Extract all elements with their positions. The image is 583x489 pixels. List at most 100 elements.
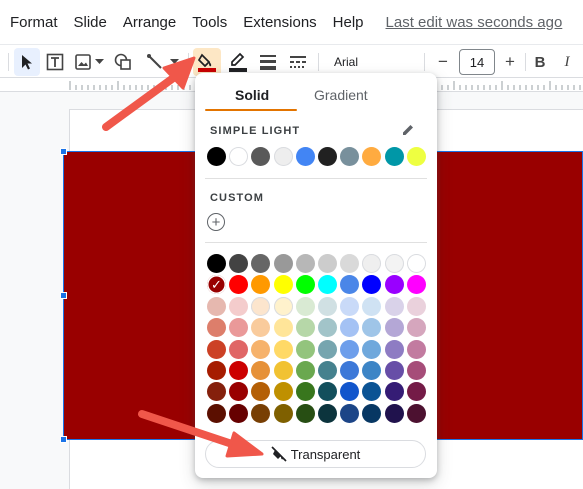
palette-color-swatch[interactable] [229, 318, 249, 338]
font-size-input[interactable]: 14 [459, 49, 495, 75]
palette-color-swatch[interactable] [229, 296, 249, 316]
palette-color-swatch[interactable] [295, 361, 315, 380]
palette-color-swatch[interactable] [384, 275, 404, 295]
palette-color-swatch[interactable] [273, 318, 293, 338]
edit-pencil-icon[interactable] [401, 123, 415, 137]
palette-color-swatch[interactable] [295, 296, 315, 316]
border-color-button[interactable] [225, 48, 251, 76]
palette-color-swatch[interactable] [384, 361, 404, 380]
theme-color-swatch[interactable] [207, 147, 226, 166]
palette-color-swatch[interactable] [273, 275, 293, 295]
menu-extensions[interactable]: Extensions [235, 14, 324, 31]
tab-solid[interactable]: Solid [235, 87, 269, 103]
shape-button[interactable] [110, 48, 136, 76]
fill-color-button[interactable] [193, 48, 221, 76]
palette-color-swatch[interactable] [229, 361, 249, 380]
palette-color-swatch[interactable] [384, 339, 404, 359]
theme-color-swatch[interactable] [251, 147, 271, 166]
palette-color-swatch[interactable] [295, 339, 315, 359]
palette-color-swatch[interactable] [362, 318, 382, 338]
palette-color-swatch[interactable] [406, 318, 426, 338]
border-dash-button[interactable] [285, 48, 311, 76]
palette-color-swatch[interactable] [251, 339, 271, 359]
palette-color-swatch[interactable] [362, 296, 382, 316]
palette-color-swatch[interactable] [207, 382, 226, 402]
palette-color-swatch[interactable] [362, 254, 382, 273]
palette-color-swatch[interactable] [406, 254, 426, 273]
palette-color-swatch[interactable] [273, 403, 293, 423]
palette-color-swatch[interactable] [406, 275, 426, 295]
add-custom-color-button[interactable]: + [207, 213, 225, 231]
palette-color-swatch[interactable] [340, 296, 360, 316]
palette-color-swatch[interactable] [251, 275, 271, 295]
palette-color-swatch[interactable] [362, 382, 382, 402]
palette-color-swatch[interactable] [318, 361, 337, 380]
resize-handle[interactable] [60, 148, 67, 155]
palette-color-swatch[interactable] [318, 382, 337, 402]
select-tool-button[interactable] [14, 48, 40, 76]
palette-color-swatch[interactable] [251, 296, 271, 316]
palette-color-swatch[interactable] [251, 382, 271, 402]
palette-color-swatch[interactable] [207, 339, 226, 359]
palette-color-swatch[interactable] [229, 339, 249, 359]
palette-color-swatch[interactable] [295, 403, 315, 423]
menu-help[interactable]: Help [325, 14, 372, 31]
palette-color-swatch[interactable] [362, 361, 382, 380]
palette-color-swatch[interactable] [318, 403, 337, 423]
palette-color-swatch[interactable] [340, 361, 360, 380]
text-box-button[interactable] [42, 48, 68, 76]
theme-color-swatch[interactable] [384, 147, 404, 166]
palette-color-swatch[interactable] [229, 382, 249, 402]
palette-color-swatch[interactable] [362, 403, 382, 423]
palette-color-swatch[interactable] [273, 382, 293, 402]
palette-color-swatch[interactable] [229, 254, 249, 273]
palette-color-swatch[interactable] [340, 339, 360, 359]
palette-color-swatch[interactable] [251, 361, 271, 380]
palette-color-swatch[interactable] [362, 275, 382, 295]
last-edit-link[interactable]: Last edit was seconds ago [386, 14, 563, 31]
palette-color-swatch[interactable] [318, 318, 337, 338]
palette-color-swatch[interactable] [251, 403, 271, 423]
palette-color-swatch[interactable] [295, 318, 315, 338]
palette-color-swatch[interactable] [318, 275, 337, 295]
menu-tools[interactable]: Tools [184, 14, 235, 31]
palette-color-swatch[interactable] [273, 296, 293, 316]
tab-gradient[interactable]: Gradient [314, 87, 368, 103]
palette-color-swatch[interactable] [384, 403, 404, 423]
insert-image-button[interactable] [72, 48, 106, 76]
palette-color-swatch[interactable] [406, 382, 426, 402]
transparent-button[interactable]: Transparent [205, 440, 426, 468]
palette-color-swatch[interactable] [384, 296, 404, 316]
menu-slide[interactable]: Slide [66, 14, 115, 31]
theme-color-swatch[interactable] [362, 147, 382, 166]
palette-color-swatch[interactable] [406, 296, 426, 316]
palette-color-swatch[interactable] [340, 318, 360, 338]
theme-color-swatch[interactable] [340, 147, 360, 166]
palette-color-swatch[interactable] [251, 318, 271, 338]
palette-color-swatch[interactable] [406, 339, 426, 359]
palette-color-swatch[interactable] [406, 361, 426, 380]
palette-color-swatch[interactable] [207, 318, 226, 338]
palette-color-swatch[interactable] [362, 339, 382, 359]
resize-handle[interactable] [60, 436, 67, 443]
palette-color-swatch[interactable] [207, 296, 226, 316]
decrease-font-size-button[interactable]: − [431, 48, 455, 76]
palette-color-swatch[interactable] [340, 254, 360, 273]
palette-color-swatch[interactable] [384, 318, 404, 338]
palette-color-swatch[interactable] [384, 382, 404, 402]
palette-color-swatch[interactable] [229, 403, 249, 423]
theme-color-swatch[interactable] [273, 147, 293, 166]
palette-color-swatch[interactable] [340, 275, 360, 295]
menu-arrange[interactable]: Arrange [115, 14, 184, 31]
theme-color-swatch[interactable] [406, 147, 426, 166]
palette-color-swatch[interactable] [273, 361, 293, 380]
bold-button[interactable]: B [529, 48, 551, 76]
menu-format[interactable]: Format [0, 14, 66, 31]
border-weight-button[interactable] [255, 48, 281, 76]
palette-color-swatch[interactable] [295, 275, 315, 295]
palette-color-swatch[interactable] [318, 339, 337, 359]
italic-button[interactable]: I [556, 48, 578, 76]
palette-color-swatch[interactable] [384, 254, 404, 273]
theme-color-swatch[interactable] [295, 147, 315, 166]
palette-color-swatch[interactable] [207, 361, 226, 380]
